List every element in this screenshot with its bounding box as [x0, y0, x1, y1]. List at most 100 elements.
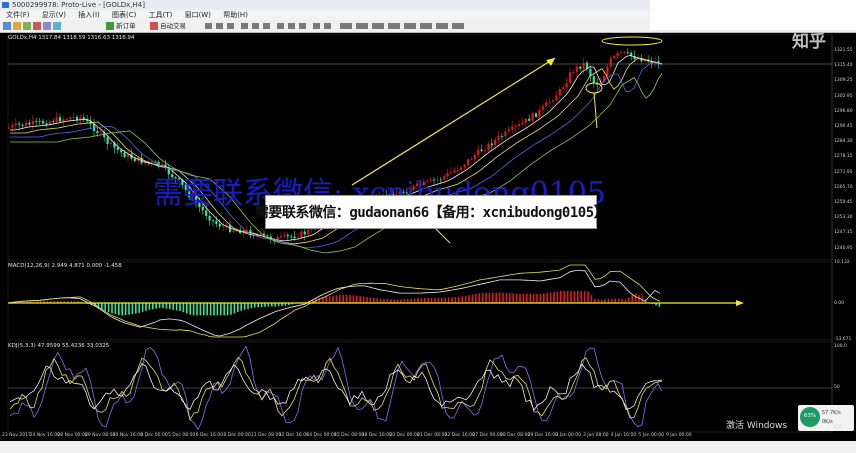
candle-body — [75, 117, 79, 121]
macd-bar — [563, 291, 565, 304]
candle-body — [218, 223, 221, 227]
candle-body — [35, 121, 38, 122]
menu-charts[interactable]: 图表(C) — [112, 10, 136, 20]
menu-view[interactable]: 显示(V) — [42, 10, 66, 20]
candle-body — [524, 118, 527, 123]
candle-body — [582, 62, 585, 69]
macd-bar — [237, 303, 239, 312]
macd-bar — [495, 292, 497, 304]
macd-bar — [471, 294, 474, 304]
auto-trading-button[interactable]: 自动交易 — [160, 21, 186, 31]
date-tick-label: 8 Dec 00:00 — [223, 433, 251, 438]
candle-body — [500, 136, 504, 137]
macd-bar — [233, 303, 236, 314]
macd-bar — [179, 303, 181, 311]
candle-body — [579, 66, 582, 69]
main-panel-label: GOLDx,H4 1317.84 1318.59 1316.63 1316.94 — [8, 35, 135, 41]
menu-file[interactable]: 文件(F) — [6, 10, 30, 20]
macd-bar — [498, 292, 501, 304]
candle-body — [507, 129, 510, 132]
macd-bar — [141, 303, 144, 312]
macd-bar — [169, 303, 171, 310]
kdj-panel-label: KDJ(5,3,3) 47.9599 55.4236 33.0325 — [8, 343, 110, 349]
price-chart[interactable] — [0, 33, 856, 433]
macd-tick-label: 10.132 — [834, 260, 850, 265]
menu-window[interactable]: 窗口(W) — [185, 10, 211, 20]
new-order-icon[interactable] — [106, 22, 114, 30]
candle-body — [7, 127, 11, 129]
menu-help[interactable]: 帮助(H) — [223, 10, 248, 20]
candle-body — [208, 215, 211, 221]
candle-body — [558, 88, 561, 96]
macd-bar — [339, 294, 341, 304]
price-tick-label: 1259.45 — [834, 200, 853, 205]
macd-bar — [526, 293, 528, 304]
date-tick-label: 22 Dec 16:00 — [444, 433, 475, 438]
macd-bar — [182, 303, 185, 313]
macd-bar — [583, 291, 586, 304]
date-tick-label: 30 Nov 16:00 — [112, 433, 143, 438]
macd-bar — [580, 291, 582, 304]
macd-bar — [631, 295, 633, 304]
macd-bar — [509, 293, 511, 304]
new-order-button[interactable]: 新订单 — [116, 21, 136, 31]
toolbar-icons-right[interactable] — [205, 22, 505, 30]
window-title: 5000299978: Proto-Live - [GOLDx,H4] — [12, 1, 145, 9]
candle-body — [545, 102, 548, 106]
macd-bar — [186, 303, 188, 314]
candle-body — [619, 52, 623, 54]
price-tick-label: 1278.15 — [834, 154, 853, 160]
macd-bar — [570, 291, 572, 304]
macd-bar — [468, 295, 470, 304]
macd-bar — [213, 303, 215, 316]
candle-body — [109, 142, 113, 144]
macd-bar — [461, 296, 463, 304]
macd-bar — [492, 292, 494, 304]
date-tick-label: 6 Dec 16:00 — [195, 433, 224, 438]
macd-bar — [162, 303, 164, 309]
macd-bar — [556, 291, 559, 304]
date-tick-label: 28 Dec 08:00 — [500, 433, 531, 438]
network-widget[interactable]: 63% 57.7K/s 0K/s — [798, 405, 854, 431]
app-icon — [2, 2, 9, 8]
macd-bar — [328, 296, 331, 304]
macd-bar — [356, 295, 358, 304]
macd-bar — [216, 303, 219, 316]
date-tick-label: 14 Dec 00:00 — [306, 433, 337, 438]
date-tick-label: 29 Dec 16:00 — [527, 433, 558, 438]
macd-bar — [158, 303, 161, 309]
candle-body — [293, 236, 296, 239]
candle-body — [41, 121, 45, 124]
candle-body — [473, 155, 476, 160]
menu-insert[interactable]: 插入(I) — [78, 10, 100, 20]
candle-body — [562, 87, 565, 89]
macd-bar — [121, 303, 123, 316]
macd-bar — [148, 303, 151, 310]
candle-body — [521, 122, 524, 125]
candle-body — [38, 121, 41, 122]
macd-bar — [128, 303, 130, 315]
toolbar-icons-left[interactable] — [3, 22, 63, 30]
date-tick-label: 21 Dec 08:00 — [417, 433, 448, 438]
candle-body — [528, 118, 531, 121]
macd-bar — [560, 291, 562, 304]
candle-body — [307, 229, 310, 235]
candle-body — [490, 143, 493, 146]
candle-body — [232, 230, 235, 232]
date-tick-label: 3 Jan 00:00 — [555, 433, 581, 438]
macd-bar — [145, 303, 147, 311]
candle-body — [18, 123, 21, 125]
macd-bar — [192, 303, 195, 316]
date-tick-label: 12 Dec 16:00 — [278, 433, 309, 438]
macd-bar — [247, 303, 249, 309]
date-tick-label: 3 Jan 08:00 — [583, 433, 609, 438]
menu-tools[interactable]: 工具(T) — [149, 10, 173, 20]
candle-body — [504, 131, 507, 137]
auto-trading-icon[interactable] — [150, 22, 158, 30]
date-tick-label: 11 Dec 08:00 — [251, 433, 282, 438]
candle-body — [565, 82, 568, 88]
macd-bar — [220, 303, 222, 316]
macd-bar — [577, 291, 579, 304]
macd-bar — [206, 303, 208, 316]
candle-body — [534, 113, 538, 117]
